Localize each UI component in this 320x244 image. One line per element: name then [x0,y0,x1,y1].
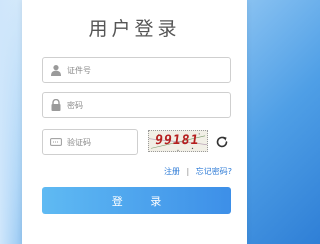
captcha-image[interactable]: 99181 [148,130,208,152]
password-input[interactable] [67,93,217,117]
captcha-input[interactable] [67,130,131,154]
lock-icon [51,99,61,111]
captcha-icon [50,138,62,146]
forgot-password-link[interactable]: 忘记密码? [196,167,232,176]
register-link[interactable]: 注册 [164,167,180,176]
login-card: 用户登录 99181 [22,0,247,244]
captcha-field[interactable] [42,129,138,155]
captcha-code: 99181 [153,133,201,148]
password-field[interactable] [42,92,231,118]
login-title: 用户登录 [88,18,181,40]
refresh-icon[interactable] [215,135,229,149]
username-field[interactable] [42,57,231,83]
username-input[interactable] [67,58,217,82]
login-button[interactable]: 登 录 [42,187,231,214]
user-icon [51,65,61,76]
auth-links: 注册 | 忘记密码? [164,166,232,177]
link-separator: | [186,167,190,176]
